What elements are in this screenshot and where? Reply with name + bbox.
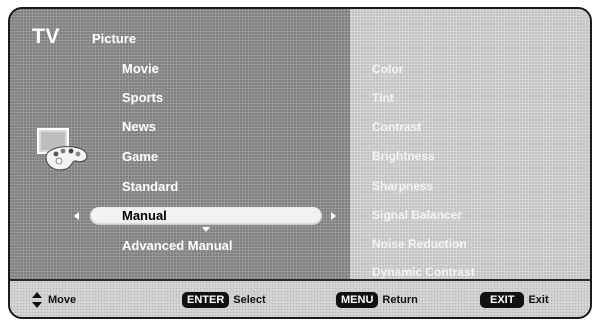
setting-brightness: Brightness [372,149,435,163]
up-down-arrow-icon [32,292,42,308]
picture-mode-movie[interactable]: Movie [122,61,159,76]
picture-mode-list: Movie Sports News Game Standard Manual A… [10,9,350,279]
setting-signal-balancer: Signal Balancer [372,208,463,222]
return-label: Return [382,294,418,306]
select-hint: ENTER Select [182,292,266,308]
picture-mode-standard[interactable]: Standard [122,179,178,194]
setting-contrast: Contrast [372,120,422,134]
exit-hint: EXIT Exit [480,292,549,308]
picture-mode-news[interactable]: News [122,119,156,134]
exit-label: Exit [528,294,549,306]
picture-mode-game[interactable]: Game [122,149,158,164]
setting-noise-reduction: Noise Reduction [372,237,467,251]
setting-tint: Tint [372,91,394,105]
key-hint-bar: Move ENTER Select MENU Return EXIT Exit [10,279,590,317]
setting-dynamic-contrast: Dynamic Contrast [372,265,475,279]
picture-mode-sports[interactable]: Sports [122,90,163,105]
menu-key[interactable]: MENU [336,292,379,308]
setting-sharpness: Sharpness [372,179,434,193]
chevron-right-icon[interactable] [331,212,336,220]
move-label: Move [48,294,77,306]
chevron-left-icon[interactable] [74,212,79,220]
return-hint: MENU Return [336,292,418,308]
exit-key[interactable]: EXIT [480,292,525,308]
tv-menu-window: TV Picture Movie Sports News Game Standa… [8,7,592,319]
move-hint: Move [32,292,76,308]
select-label: Select [233,294,266,306]
chevron-down-icon [202,227,210,232]
picture-mode-advanced-manual[interactable]: Advanced Manual [122,238,233,253]
picture-mode-manual[interactable]: Manual [122,208,167,223]
enter-key[interactable]: ENTER [182,292,230,308]
setting-color: Color [372,62,404,76]
